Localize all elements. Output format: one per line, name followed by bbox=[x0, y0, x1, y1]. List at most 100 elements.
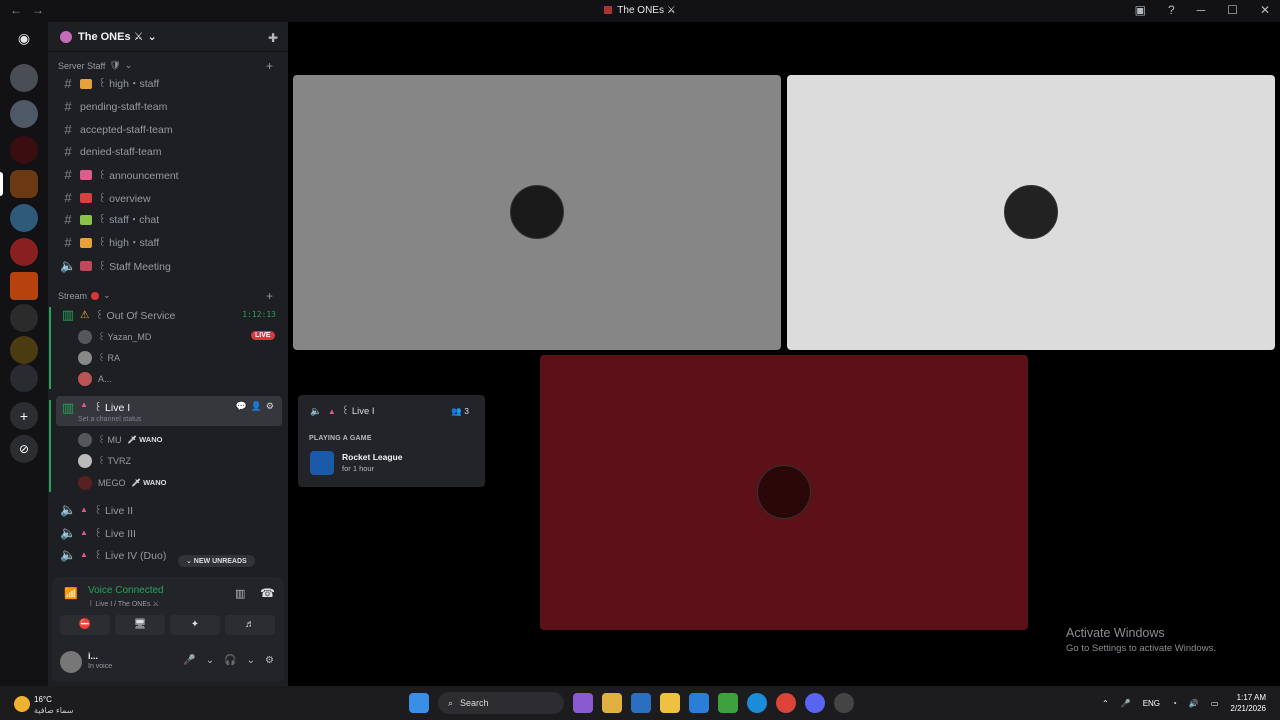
server-icon[interactable] bbox=[10, 364, 38, 392]
add-server-icon[interactable]: + bbox=[10, 402, 38, 430]
server-folder-icon[interactable] bbox=[10, 64, 38, 92]
clock[interactable]: 1:17 AM 2/21/2026 bbox=[1230, 692, 1266, 714]
participant-tile[interactable] bbox=[293, 75, 781, 350]
chevron-down-icon[interactable]: ⌄ bbox=[206, 655, 214, 666]
voice-user[interactable]: ꒰ Yazan_MD bbox=[78, 327, 151, 346]
channel-label: denied-staff-team bbox=[80, 145, 162, 158]
search-label: Search bbox=[460, 698, 489, 708]
server-icon-the-ones[interactable] bbox=[10, 170, 38, 198]
settings-app-icon[interactable] bbox=[689, 693, 709, 713]
channel-emoji-icon: ▲ bbox=[80, 550, 88, 559]
avatar[interactable] bbox=[60, 651, 82, 673]
language-indicator[interactable]: ENG bbox=[1143, 699, 1160, 708]
discord-icon[interactable] bbox=[805, 693, 825, 713]
server-icon[interactable] bbox=[10, 238, 38, 266]
voice-user[interactable]: A... bbox=[78, 369, 112, 388]
headphones-icon[interactable]: 🎧 bbox=[224, 655, 236, 666]
voice-user[interactable]: ꒰ MU 🗡 WANO bbox=[78, 430, 162, 449]
soundboard-button[interactable]: ♬ bbox=[225, 615, 275, 635]
channel-emoji-icon: ▲ bbox=[80, 400, 88, 409]
channel-status-prompt[interactable]: Set a channel status bbox=[78, 416, 141, 423]
voice-user-name: ꒰ MU bbox=[98, 434, 122, 445]
edge-icon[interactable] bbox=[747, 693, 767, 713]
voice-channel-live-3[interactable]: 🔈 ▲ ꒰ Live III bbox=[56, 522, 282, 543]
chevron-down-icon[interactable]: ⌄ bbox=[247, 655, 255, 666]
volume-icon[interactable]: 🔊 bbox=[1189, 699, 1199, 708]
voice-user[interactable]: ꒰ RA bbox=[78, 348, 120, 367]
wifi-icon[interactable]: ◔ bbox=[1172, 699, 1177, 708]
close-icon[interactable]: ✕ bbox=[1260, 3, 1270, 17]
microphone-icon[interactable]: 🎤 bbox=[1121, 699, 1131, 708]
help-icon[interactable]: ? bbox=[1168, 3, 1175, 17]
app-icon[interactable] bbox=[834, 693, 854, 713]
taskbar-search[interactable]: ⌕ Search bbox=[438, 692, 564, 714]
store-icon[interactable] bbox=[602, 693, 622, 713]
channel-announcement[interactable]: # ꒰ announcement bbox=[56, 164, 282, 185]
server-folder-icon[interactable] bbox=[10, 100, 38, 128]
weather-sun-icon bbox=[14, 696, 30, 712]
channel-pending-staff-team[interactable]: # pending-staff-team bbox=[56, 96, 282, 117]
channel-accepted-staff-team[interactable]: # accepted-staff-team bbox=[56, 119, 282, 140]
create-channel-icon[interactable]: + bbox=[266, 59, 273, 73]
voice-user[interactable]: MEGO 🗡 WANO bbox=[78, 473, 166, 492]
category-stream[interactable]: Stream ⌄ + bbox=[58, 289, 273, 303]
server-icon[interactable] bbox=[10, 272, 38, 300]
voice-timer: 1:12:13 bbox=[242, 310, 276, 319]
maximize-icon[interactable]: ☐ bbox=[1227, 3, 1238, 17]
participant-tile[interactable] bbox=[787, 75, 1275, 350]
voice-user[interactable]: ꒰ TVRZ bbox=[78, 451, 131, 470]
voice-activity-popout[interactable]: 🔈 ▲ ꒰ Live I 👥 3 PLAYING A GAME Rocket L… bbox=[298, 395, 485, 487]
camera-off-button[interactable]: ⛔ bbox=[60, 615, 110, 635]
server-icon[interactable] bbox=[10, 336, 38, 364]
channel-denied-staff-team[interactable]: # denied-staff-team bbox=[56, 141, 282, 162]
voice-channel-staff-meeting[interactable]: 🔈 ꒰ Staff Meeting bbox=[56, 255, 282, 276]
minimize-icon[interactable]: ─ bbox=[1197, 3, 1206, 17]
invite-icon[interactable]: 👤 bbox=[251, 401, 262, 412]
voice-channel-out-of-service[interactable]: ▥ ⚠ ꒰ Out Of Service 1:12:13 bbox=[56, 304, 282, 325]
disconnect-icon[interactable]: ☎ bbox=[260, 586, 275, 600]
gear-icon[interactable]: ⚙ bbox=[265, 655, 274, 666]
voice-connection-panel: 📶 Voice Connected ꒰ Live I / The ONEs ⚔ … bbox=[52, 577, 284, 682]
copilot-icon[interactable] bbox=[573, 693, 593, 713]
server-header[interactable]: The ONEs ⚔ ⌄ ✚ bbox=[48, 22, 288, 52]
discover-icon[interactable]: ⊘ bbox=[10, 435, 38, 463]
battery-icon[interactable]: ▭ bbox=[1211, 699, 1219, 708]
channel-staff-chat[interactable]: # ꒰ staff・chat bbox=[56, 209, 282, 230]
new-unreads-button[interactable]: ⌄ NEW UNREADS bbox=[178, 555, 255, 567]
chat-icon[interactable]: 💬 bbox=[235, 401, 246, 412]
clock-date: 2/21/2026 bbox=[1230, 704, 1266, 713]
participant-tile[interactable] bbox=[540, 355, 1028, 630]
channel-label: ꒰ staff・chat bbox=[98, 214, 160, 226]
hash-icon: # bbox=[64, 235, 72, 250]
chrome-icon[interactable] bbox=[776, 693, 796, 713]
member-count: 3 bbox=[464, 406, 469, 416]
channel-emoji-icon bbox=[80, 192, 92, 203]
chevron-down-icon: ⌄ bbox=[147, 31, 157, 43]
share-screen-button[interactable]: 🖥 bbox=[115, 615, 165, 635]
category-server-staff[interactable]: Server Staff 🛡 ⌄ + bbox=[58, 59, 273, 73]
user-name[interactable]: i... bbox=[88, 651, 98, 661]
chevron-up-icon[interactable]: ⌃ bbox=[1102, 699, 1109, 708]
voice-connected-label[interactable]: Voice Connected bbox=[88, 585, 164, 596]
security-icon[interactable] bbox=[631, 693, 651, 713]
create-channel-icon[interactable]: + bbox=[266, 289, 273, 303]
channel-emoji-icon bbox=[80, 260, 92, 271]
microphone-icon[interactable]: 🎤 bbox=[183, 655, 195, 666]
server-folder-icon[interactable] bbox=[10, 204, 38, 232]
file-explorer-icon[interactable] bbox=[660, 693, 680, 713]
windows-start-icon[interactable] bbox=[409, 693, 429, 713]
channel-high-staff[interactable]: # ꒰ high・staff bbox=[56, 73, 282, 94]
minecraft-icon[interactable] bbox=[718, 693, 738, 713]
server-icon[interactable] bbox=[10, 136, 38, 164]
server-icon[interactable] bbox=[10, 304, 38, 332]
inbox-icon[interactable]: ▣ bbox=[1135, 3, 1146, 17]
voice-channel-live-2[interactable]: 🔈 ▲ ꒰ Live II bbox=[56, 499, 282, 520]
channel-overview[interactable]: # ꒰ overview bbox=[56, 187, 282, 208]
channel-high-staff-2[interactable]: # ꒰ high・staff bbox=[56, 232, 282, 253]
discord-home-icon[interactable]: ◉ bbox=[12, 28, 36, 48]
noise-suppression-icon[interactable]: ▥ bbox=[235, 587, 245, 600]
activities-button[interactable]: ✦ bbox=[170, 615, 220, 635]
invite-people-icon[interactable]: ✚ bbox=[268, 31, 278, 45]
voice-channel-path[interactable]: ꒰ Live I / The ONEs ⚔ bbox=[88, 598, 159, 608]
gear-icon[interactable]: ⚙ bbox=[266, 401, 274, 412]
